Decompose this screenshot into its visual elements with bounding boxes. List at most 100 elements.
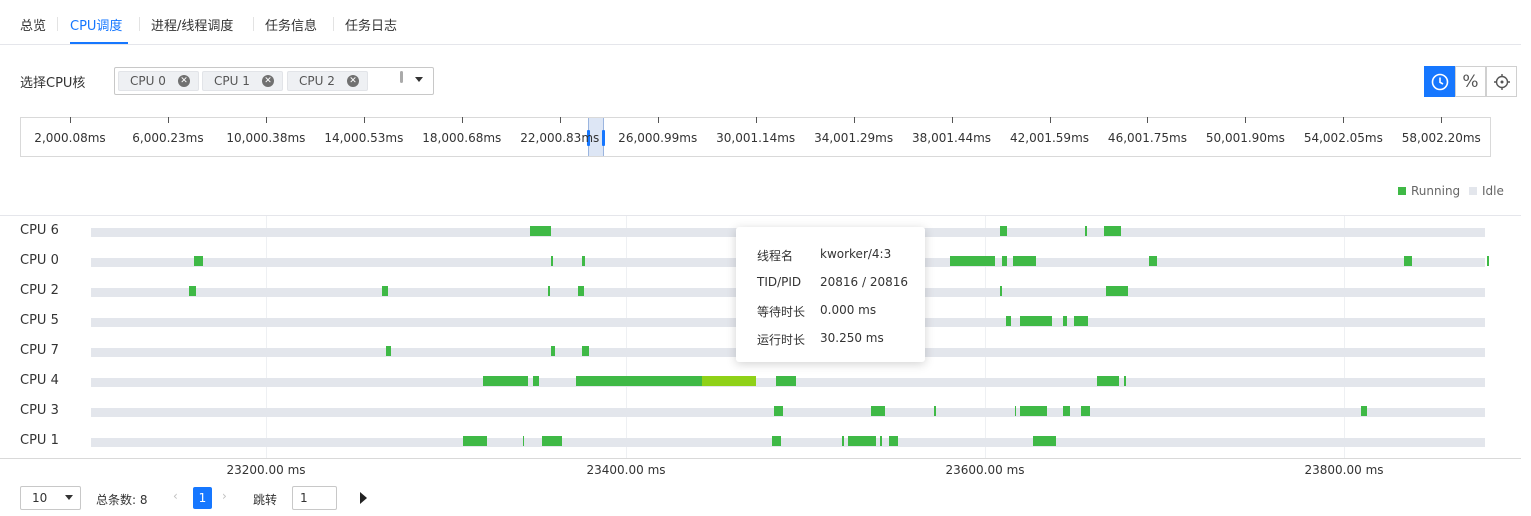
running-segment[interactable]: [542, 436, 563, 446]
overview-tick-label: 18,000.68ms: [422, 131, 502, 145]
x-axis-label: 23400.00 ms: [586, 463, 666, 477]
cpu-idle-track[interactable]: [91, 406, 1485, 417]
close-icon[interactable]: ✕: [178, 75, 190, 87]
running-segment[interactable]: [888, 436, 898, 446]
chevron-down-icon[interactable]: [415, 77, 423, 82]
running-segment[interactable]: [382, 286, 388, 296]
running-segment[interactable]: [1361, 406, 1367, 416]
running-segment[interactable]: [1124, 376, 1127, 386]
overview-timeline[interactable]: 2,000.08ms 6,000.23ms 10,000.38ms 14,000.53…: [20, 117, 1491, 157]
running-segment[interactable]: [842, 436, 845, 446]
idle-swatch: [1469, 187, 1477, 195]
tab-overview[interactable]: 总览: [20, 15, 46, 34]
running-segment[interactable]: [950, 256, 995, 266]
x-axis-label: 23200.00 ms: [226, 463, 306, 477]
overview-tick-label: 10,000.38ms: [226, 131, 306, 145]
overview-right-handle[interactable]: [602, 130, 605, 146]
overview-tick-label: 50,001.90ms: [1205, 131, 1285, 145]
x-axis-label: 23600.00 ms: [945, 463, 1025, 477]
close-icon[interactable]: ✕: [347, 75, 359, 87]
page-size-select[interactable]: 10: [20, 486, 81, 510]
tab-process-thread-schedule[interactable]: 进程/线程调度: [151, 15, 233, 34]
tooltip-value: kworker/4:3: [820, 247, 892, 261]
tooltip-key: 线程名: [757, 249, 794, 263]
running-segment[interactable]: [533, 376, 539, 386]
tab-divider: [57, 17, 58, 31]
running-segment[interactable]: [1097, 376, 1119, 386]
time-mode-button[interactable]: [1424, 66, 1455, 97]
running-segment[interactable]: [1063, 406, 1071, 416]
running-segment[interactable]: [483, 376, 528, 386]
running-segment[interactable]: [463, 436, 487, 446]
running-segment[interactable]: [576, 376, 703, 386]
tab-task-log[interactable]: 任务日志: [345, 15, 397, 34]
tab-task-info[interactable]: 任务信息: [265, 15, 317, 34]
running-segment[interactable]: [1084, 226, 1087, 236]
close-icon[interactable]: ✕: [262, 75, 274, 87]
cpu-row-label: CPU 7: [20, 343, 59, 358]
overview-tick: [559, 117, 561, 123]
overview-tick: [755, 117, 757, 123]
overview-tick: [853, 117, 855, 123]
running-segment[interactable]: [1000, 226, 1008, 236]
overview-tick: [1049, 117, 1051, 123]
tab-divider: [139, 17, 140, 31]
running-segment[interactable]: [578, 286, 584, 296]
running-segment[interactable]: [772, 436, 782, 446]
running-segment[interactable]: [1081, 406, 1091, 416]
running-segment[interactable]: [581, 256, 586, 266]
selected-running-segment[interactable]: [702, 376, 757, 386]
running-segment[interactable]: [581, 346, 590, 356]
running-segment[interactable]: [529, 226, 552, 236]
running-segment[interactable]: [547, 286, 550, 296]
page-number-button[interactable]: 1: [193, 487, 212, 509]
cpu-idle-track[interactable]: [91, 436, 1485, 447]
running-segment[interactable]: [1005, 316, 1012, 326]
running-segment[interactable]: [1032, 436, 1056, 446]
chevron-down-icon: [65, 495, 73, 500]
running-segment[interactable]: [1063, 316, 1067, 326]
running-segment[interactable]: [386, 346, 392, 356]
running-segment[interactable]: [1073, 316, 1089, 326]
tab-cpu-schedule[interactable]: CPU调度: [70, 15, 122, 34]
overview-tick-label: 2,000.08ms: [34, 131, 106, 145]
overview-tick: [461, 117, 463, 123]
select-scrollbar[interactable]: [400, 71, 403, 83]
gridline: [266, 216, 267, 458]
running-segment[interactable]: [1000, 286, 1003, 296]
running-segment[interactable]: [188, 286, 196, 296]
running-segment[interactable]: [933, 406, 936, 416]
running-segment[interactable]: [522, 436, 525, 446]
running-segment[interactable]: [551, 346, 555, 356]
running-segment[interactable]: [775, 376, 796, 386]
cpu-row-label: CPU 3: [20, 403, 59, 418]
running-segment[interactable]: [193, 256, 203, 266]
locate-button[interactable]: [1486, 66, 1517, 97]
running-segment[interactable]: [1014, 406, 1017, 416]
running-segment[interactable]: [1012, 256, 1037, 266]
chevron-left-icon[interactable]: ‹: [173, 489, 178, 503]
running-segment[interactable]: [871, 406, 886, 416]
running-segment[interactable]: [1487, 256, 1489, 266]
overview-tick-label: 42,001.59ms: [1009, 131, 1090, 145]
running-segment[interactable]: [774, 406, 783, 416]
jump-page-input[interactable]: 1: [292, 486, 337, 510]
running-segment[interactable]: [1002, 256, 1008, 266]
percent-mode-button[interactable]: %: [1455, 66, 1486, 97]
running-segment[interactable]: [1104, 226, 1121, 236]
running-segment[interactable]: [847, 436, 877, 446]
running-segment[interactable]: [1020, 316, 1053, 326]
cpu-idle-track[interactable]: [91, 376, 1485, 387]
running-segment[interactable]: [1106, 286, 1128, 296]
cpu-multi-select[interactable]: CPU 0 ✕ CPU 1 ✕ CPU 2 ✕: [114, 67, 434, 95]
overview-tick: [70, 117, 71, 123]
running-segment[interactable]: [879, 436, 882, 446]
running-segment[interactable]: [551, 256, 554, 266]
play-icon[interactable]: [359, 492, 368, 504]
running-segment[interactable]: [1149, 256, 1157, 266]
tab-divider: [253, 17, 254, 31]
running-segment[interactable]: [1020, 406, 1047, 416]
chevron-right-icon[interactable]: ›: [222, 489, 227, 503]
cpu-row-label: CPU 4: [20, 373, 59, 388]
running-segment[interactable]: [1404, 256, 1412, 266]
